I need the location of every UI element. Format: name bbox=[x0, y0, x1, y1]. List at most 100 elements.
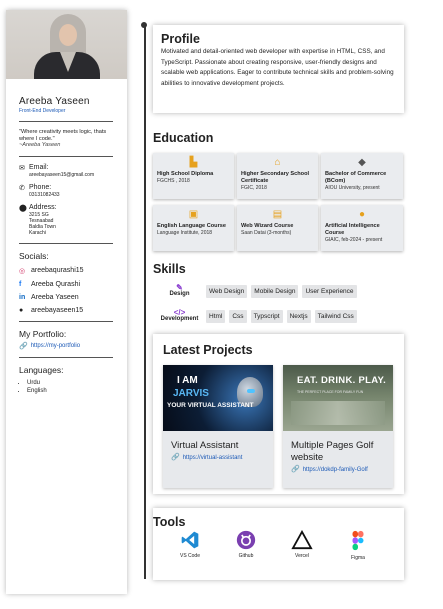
profile-text: Motivated and detail-oriented web develo… bbox=[161, 48, 394, 87]
link-icon: 🔗 bbox=[19, 342, 28, 350]
link-icon: 🔗 bbox=[171, 454, 180, 461]
github-icon: ● bbox=[19, 306, 24, 314]
project-thumbnail: I AM JARVIS YOUR VIRTUAL ASSISTANT bbox=[163, 365, 273, 431]
education-sub: GIAIC, feb-2024 - present bbox=[325, 237, 383, 243]
profile-photo bbox=[6, 10, 127, 79]
skill-category: </> Development bbox=[153, 309, 206, 323]
phone-value[interactable]: 03131082433 bbox=[29, 192, 60, 198]
tool-label: Github bbox=[238, 553, 254, 559]
profile-role: Front-End Developer bbox=[19, 108, 66, 114]
linkedin-icon: in bbox=[19, 293, 26, 301]
social-label: Areeba Yaseen bbox=[31, 293, 79, 301]
education-title-text: Bachelor of Commerce (BCom) bbox=[325, 171, 387, 184]
divider bbox=[19, 356, 113, 358]
education-title-text: Artificial Intelligence Course bbox=[325, 223, 380, 236]
education-title-text: Web Wizard Course bbox=[241, 223, 294, 229]
quote-text: "Where creativity meets logic, thats whe… bbox=[19, 129, 107, 142]
divider bbox=[19, 242, 113, 244]
education-title-text: English Language Course bbox=[157, 223, 226, 229]
portfolio-label: My Portfolio: bbox=[19, 328, 67, 339]
project-link[interactable]: 🔗 https://virtual-assistant bbox=[163, 452, 273, 464]
skill-row-development: </> Development Html Css Typscript Nextj… bbox=[153, 309, 361, 323]
education-sub: FGIC, 2018 bbox=[241, 185, 267, 191]
portfolio-url: https://my-portfolio bbox=[30, 342, 81, 349]
skill-pill: Nextjs bbox=[286, 309, 311, 323]
skill-row-design: ✎ Design Web Design Mobile Design User E… bbox=[153, 284, 361, 298]
code-icon: </> bbox=[173, 308, 186, 317]
phone-row: ✆ Phone: 03131082433 bbox=[19, 184, 119, 198]
certificate-icon: ▤ bbox=[272, 209, 283, 220]
education-title-text: High School Diploma bbox=[157, 171, 214, 177]
languages-list: Urdu English bbox=[19, 379, 119, 395]
tool-label: Vercel bbox=[295, 553, 309, 559]
link-icon: 🔗 bbox=[291, 466, 300, 473]
project-link[interactable]: 🔗 https://dokdp-family-Golf bbox=[283, 464, 393, 476]
skill-pill: User Experience bbox=[302, 284, 357, 298]
skill-pill: Tailwind Css bbox=[314, 309, 357, 323]
figma-icon bbox=[352, 530, 364, 551]
education-card: ● Artificial Intelligence Course GIAIC, … bbox=[321, 205, 403, 251]
tool-label: Figma bbox=[351, 555, 365, 561]
map-pin-icon: ⬤ bbox=[19, 204, 27, 212]
university-icon: ⌂ bbox=[274, 157, 281, 168]
email-value[interactable]: areebayaseen15@gmail.com bbox=[29, 172, 94, 178]
vercel-icon bbox=[291, 530, 313, 550]
tools-title: Tools bbox=[153, 515, 186, 529]
language-item: English bbox=[27, 387, 119, 395]
education-sub: Language Institute, 2018 bbox=[157, 230, 213, 236]
phone-label: Phone: bbox=[29, 183, 52, 191]
instagram-icon: ◎ bbox=[19, 267, 26, 275]
address-row: ⬤ Address: 3215 SG Tesnaabad Baldia Town… bbox=[19, 204, 119, 236]
address-line: Baldia Town bbox=[29, 223, 56, 230]
social-label: areebayaseen15 bbox=[31, 306, 84, 314]
education-title-text: Higher Secondary School Certificate bbox=[241, 171, 310, 184]
skill-category-label: Development bbox=[160, 316, 199, 322]
tool-item: VS Code bbox=[162, 530, 218, 561]
facebook-icon: f bbox=[19, 280, 22, 288]
skill-pill: Html bbox=[206, 309, 226, 323]
thumbnail-text: EAT. DRINK. PLAY. bbox=[297, 375, 387, 386]
education-card: ▣ English Language Course Language Insti… bbox=[153, 205, 234, 251]
language-icon: ▣ bbox=[188, 209, 199, 220]
school-icon: ▙ bbox=[189, 157, 198, 168]
envelope-icon: ✉ bbox=[19, 164, 25, 172]
projects-card: Latest Projects I AM JARVIS YOUR VIRTUAL… bbox=[153, 334, 404, 494]
tool-item: Vercel bbox=[274, 530, 330, 561]
address-line: Tesnaabad bbox=[29, 217, 54, 224]
tools-row: VS Code Github Vercel Figma bbox=[162, 530, 386, 561]
project-card[interactable]: EAT. DRINK. PLAY. THE PERFECT PLACE FOR … bbox=[283, 365, 393, 488]
project-url: https://dokdp-family-Golf bbox=[302, 467, 368, 473]
tool-item: Github bbox=[218, 530, 274, 561]
social-link-facebook[interactable]: f Areeba Qurashi bbox=[19, 281, 119, 288]
project-url: https://virtual-assistant bbox=[182, 455, 243, 461]
quote: "Where creativity meets logic, thats whe… bbox=[19, 129, 119, 149]
education-sub: AIOU University, present bbox=[325, 185, 380, 191]
profile-name: Areeba Yaseen bbox=[19, 96, 90, 107]
timeline-line bbox=[144, 26, 146, 579]
portfolio-link[interactable]: 🔗 https://my-portfolio bbox=[19, 342, 119, 350]
projects-grid: I AM JARVIS YOUR VIRTUAL ASSISTANT Virtu… bbox=[163, 365, 394, 488]
profile-title: Profile bbox=[161, 32, 200, 46]
social-link-github[interactable]: ● areebayaseen15 bbox=[19, 307, 119, 314]
projects-title: Latest Projects bbox=[163, 343, 253, 357]
thumbnail-text: THE PERFECT PLACE FOR FAMILY FUN bbox=[297, 390, 364, 394]
divider bbox=[19, 155, 113, 157]
skills-title: Skills bbox=[153, 262, 186, 276]
sidebar: Areeba Yaseen Front-End Developer "Where… bbox=[6, 10, 127, 594]
profile-card: Profile Motivated and detail-oriented we… bbox=[153, 25, 404, 113]
address-line: Karachi bbox=[29, 229, 46, 236]
address-label: Address: bbox=[29, 203, 57, 211]
education-sub: FGCHS , 2018 bbox=[157, 178, 190, 184]
pen-icon: ✎ bbox=[176, 283, 183, 292]
tool-label: VS Code bbox=[179, 553, 200, 559]
socials-label: Socials: bbox=[19, 250, 49, 261]
email-row: ✉ Email: areebayaseen15@gmail.com bbox=[19, 164, 119, 178]
social-link-instagram[interactable]: ◎ areebaqurashi15 bbox=[19, 267, 119, 275]
education-card: ◆ Bachelor of Commerce (BCom) AIOU Unive… bbox=[321, 153, 403, 199]
social-link-linkedin[interactable]: in Areeba Yaseen bbox=[19, 294, 119, 301]
graduation-cap-icon: ◆ bbox=[358, 157, 366, 168]
thumbnail-text: JARVIS bbox=[173, 388, 209, 399]
project-title: Multiple Pages Golf website bbox=[291, 440, 374, 463]
project-card[interactable]: I AM JARVIS YOUR VIRTUAL ASSISTANT Virtu… bbox=[163, 365, 273, 488]
quote-author: ~Areeba Yaseen bbox=[19, 142, 61, 148]
